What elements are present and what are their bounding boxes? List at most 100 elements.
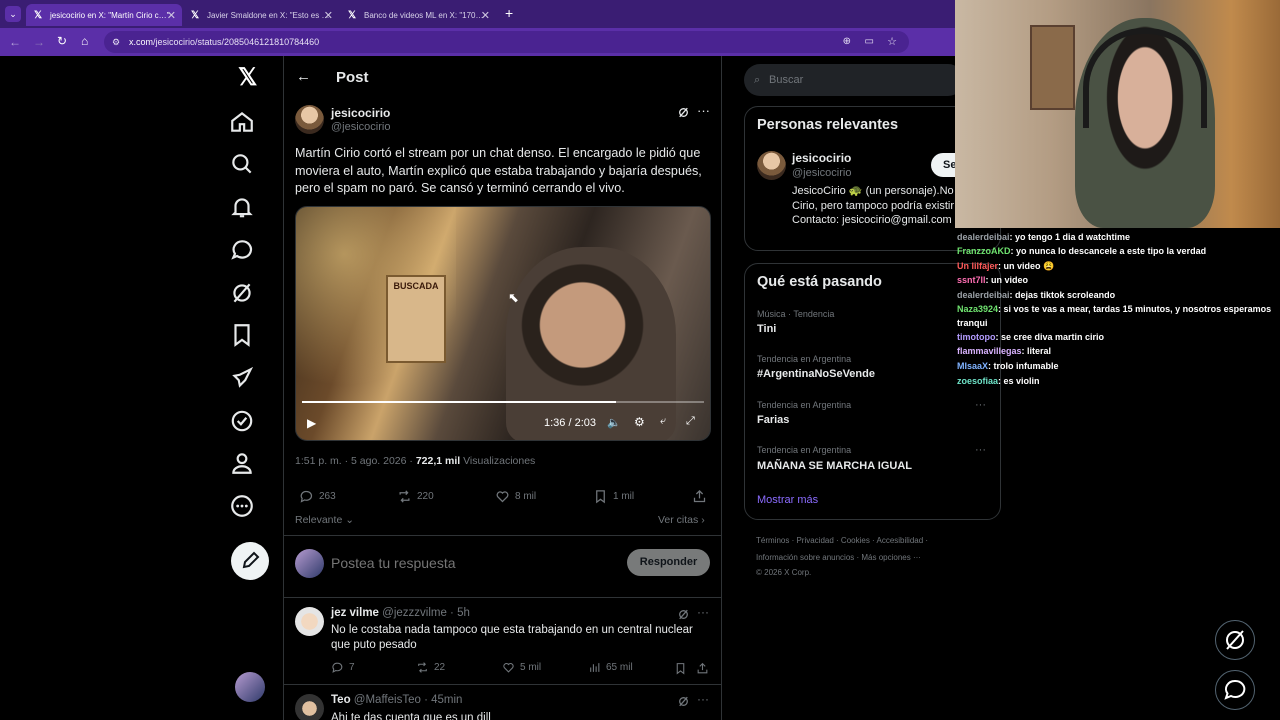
url-field[interactable]: ⚙ x.com/jesicocirio/status/2085046121810… [104,31,909,53]
install-icon[interactable]: ▭ [865,31,874,53]
reply-avatar[interactable] [295,694,324,720]
tab-2[interactable]: 𝕏 Javier Smaldone en X: "Esto es … ✕ [183,4,339,26]
tab-close-icon[interactable]: ✕ [324,9,333,22]
show-more-link[interactable]: Mostrar más [757,494,818,506]
chat-username[interactable]: dealerdeibai [957,232,1010,242]
reply-1-handle[interactable]: @jezzzvilme · 5h [382,607,470,619]
site-info-icon[interactable]: ⚙ [112,31,120,53]
home-icon[interactable]: ⌂ [81,34,88,48]
chat-username[interactable]: flammavillegas [957,346,1022,356]
bookmark-star-icon[interactable]: ☆ [887,31,897,53]
chat-username[interactable]: FranzzoAKD [957,246,1011,256]
quotes-link[interactable]: Ver citas › [658,514,705,526]
chat-username[interactable]: ssnt7ll [957,275,986,285]
notifications-bell-icon[interactable] [229,194,255,220]
account-avatar[interactable] [235,672,265,702]
repost-action[interactable]: 220 [397,489,434,504]
video-player[interactable]: BUSCADA ⬉ ▶ 1:36 / 2:03 🔈 ⚙ ⤶ ⤢ [295,206,711,441]
volume-icon[interactable]: 🔈 [607,416,621,429]
zoom-icon[interactable]: ⊕ [843,31,851,53]
copyright: © 2026 X Corp. [756,568,812,577]
grok-explain-icon[interactable] [677,106,690,119]
chat-message: Naza3924: si vos te vas a mear, tardas 1… [957,302,1275,330]
reload-icon[interactable]: ↻ [57,34,67,48]
grok-explain-icon[interactable] [677,608,690,621]
reply-more-icon[interactable]: ··· [697,605,709,619]
compose-post-button[interactable] [231,542,269,580]
chat-username[interactable]: timotopo [957,332,996,342]
bookmarks-icon[interactable] [229,322,255,348]
back-button[interactable]: ← [296,68,311,85]
reply-2-name[interactable]: Teo [331,694,351,706]
search-input[interactable]: ⌕ Buscar [744,64,964,96]
grok-explain-icon[interactable] [677,695,690,708]
settings-gear-icon[interactable]: ⚙ [634,415,645,429]
reply-1-views[interactable]: 65 mil [588,661,633,674]
reply-1-name[interactable]: jez vilme [331,607,379,619]
new-tab-button[interactable]: + [505,5,513,21]
share-icon[interactable] [692,489,707,504]
reply-1-replies[interactable]: 7 [331,661,355,674]
profile-icon[interactable] [229,450,255,476]
bookmark-icon[interactable] [674,662,687,675]
chat-username[interactable]: dealerdeibai [957,290,1010,300]
chat-username[interactable]: Naza3924 [957,304,998,314]
forward-icon[interactable]: → [33,35,45,49]
tab-close-icon[interactable]: ✕ [481,9,490,22]
jobs-rocket-icon[interactable] [229,365,255,391]
trend-more-icon[interactable]: ··· [975,444,986,456]
post-meta: 1:51 p. m. · 5 ago. 2026 · 722,1 mil Vis… [295,455,535,467]
dock-video-icon[interactable]: ⤶ [660,415,666,428]
grok-icon[interactable] [229,280,255,306]
relevant-handle[interactable]: @jesicocirio [792,167,851,179]
reply-1-text: No le costaba nada tampoco que esta trab… [331,624,693,651]
footer-links[interactable]: Información sobre anuncios · Más opcione… [756,553,921,562]
reply-input[interactable] [331,551,611,575]
more-options-icon[interactable] [229,493,255,519]
post-timestamp[interactable]: 1:51 p. m. · 5 ago. 2026 · [295,455,416,467]
reply-1-header: jez vilme @jezzzvilme · 5h [331,607,470,619]
chat-text: : es violin [998,376,1040,386]
tab-list-dropdown[interactable]: ⌄ [5,6,21,22]
relevant-avatar[interactable] [757,151,786,180]
reply-1-reposts[interactable]: 22 [416,661,445,674]
footer-links[interactable]: Términos · Privacidad · Cookies · Accesi… [756,536,928,545]
chat-username[interactable]: Un lilfajer [957,261,998,271]
post-more-icon[interactable]: ··· [697,103,710,118]
trend-name: Tini [757,323,777,335]
home-nav-icon[interactable] [229,109,255,135]
bookmark-count: 1 mil [613,491,635,502]
explore-search-icon[interactable] [229,151,255,177]
grok-float-button[interactable] [1215,620,1255,660]
verified-icon[interactable] [229,408,255,434]
reply-1-likes[interactable]: 5 mil [502,661,541,674]
tab-close-icon[interactable]: ✕ [167,9,176,22]
reply-action[interactable]: 263 [299,489,336,504]
chat-username[interactable]: zoesofiaa [957,376,998,386]
author-handle[interactable]: @jesicocirio [331,121,390,133]
tab-3[interactable]: 𝕏 Banco de videos ML en X: "170… ✕ [340,4,496,26]
reply-more-icon[interactable]: ··· [697,692,709,706]
fullscreen-icon[interactable]: ⤢ [686,415,695,428]
reply-submit-button[interactable]: Responder [627,549,710,576]
share-icon[interactable] [696,662,709,675]
tab-1[interactable]: 𝕏 jesicocirio en X: "Martín Cirio c…" ✕ [26,4,182,26]
play-icon[interactable]: ▶ [307,416,316,430]
like-action[interactable]: 8 mil [495,489,536,504]
bookmark-action[interactable]: 1 mil [593,489,634,504]
reply-avatar[interactable] [295,607,324,636]
messages-icon[interactable] [229,237,255,263]
trend-more-icon[interactable]: ··· [975,399,986,411]
video-progress-track[interactable] [302,401,704,403]
back-icon[interactable]: ← [9,35,21,49]
author-name[interactable]: jesicocirio [331,106,390,120]
chat-username[interactable]: MIsaaX [957,361,988,371]
x-logo-icon[interactable]: 𝕏 [238,66,257,90]
messages-float-button[interactable] [1215,670,1255,710]
page-title: Post [336,69,369,86]
relevant-name[interactable]: jesicocirio [792,151,851,165]
reply-2-handle[interactable]: @MaffeisTeo · 45min [354,694,463,706]
author-avatar[interactable] [295,105,324,134]
like-count: 8 mil [515,491,537,502]
sort-dropdown[interactable]: Relevante ⌄ [295,514,354,526]
